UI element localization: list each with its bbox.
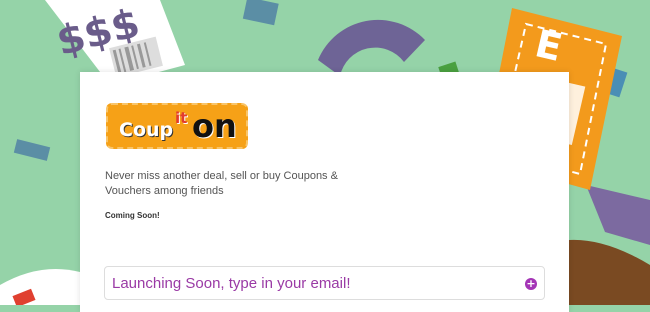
tagline: Never miss another deal, sell or buy Cou… xyxy=(105,170,338,197)
signup-card: Coup it on Never miss another deal, sell… xyxy=(80,72,569,312)
email-signup-field[interactable]: + xyxy=(104,266,545,300)
email-input[interactable] xyxy=(112,273,512,293)
logo-word-coup: Coup xyxy=(119,119,174,141)
coupiton-logo: Coup it on xyxy=(106,103,248,149)
coming-soon-label: Coming Soon! xyxy=(105,211,160,220)
plus-circle-icon[interactable]: + xyxy=(525,278,537,290)
logo-word-it: it xyxy=(175,109,188,127)
logo-word-on: on xyxy=(192,107,237,145)
